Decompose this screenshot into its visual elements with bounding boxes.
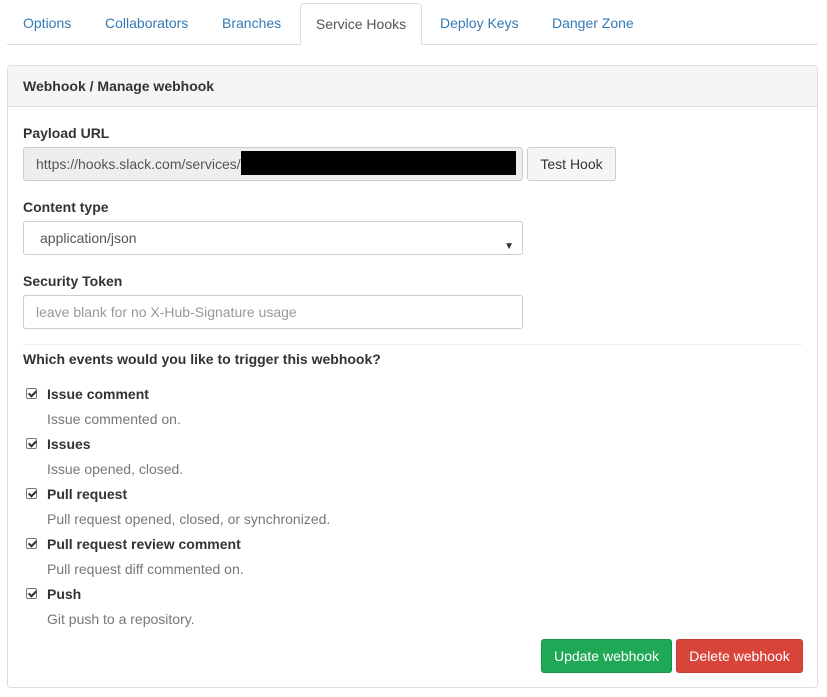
tab-collaborators[interactable]: Collaborators [105,3,188,44]
redacted-block [241,151,516,175]
tab-service-hooks[interactable]: Service Hooks [300,3,422,45]
event-name: Pull request [47,486,128,502]
issue-comment-checkbox[interactable] [26,388,37,399]
event-name: Issues [47,436,91,452]
divider [23,344,802,345]
event-name: Issue comment [47,386,149,402]
content-type-value: application/json [40,230,137,246]
security-token-label: Security Token [23,273,123,289]
push-checkbox[interactable] [26,588,37,599]
event-description: Git push to a repository. [47,611,195,627]
webhook-panel: Webhook / Manage webhook Payload URL htt… [7,65,818,688]
event-name: Pull request review comment [47,536,241,552]
security-token-placeholder: leave blank for no X-Hub-Signature usage [36,304,297,320]
caret-down-icon: ▼ [504,241,514,252]
tab-options[interactable]: Options [23,3,71,44]
settings-tabs: Options Collaborators Branches Service H… [7,3,818,45]
delete-webhook-button[interactable]: Delete webhook [676,639,803,673]
pull-request-review-comment-checkbox[interactable] [26,538,37,549]
payload-url-value: https://hooks.slack.com/services/T [36,156,250,172]
content-type-select[interactable]: application/json ▼ [23,221,523,255]
pull-request-checkbox[interactable] [26,488,37,499]
test-hook-button[interactable]: Test Hook [527,147,616,181]
event-name: Push [47,586,82,602]
issues-checkbox[interactable] [26,438,37,449]
tab-deploy-keys[interactable]: Deploy Keys [440,3,519,44]
content-type-label: Content type [23,199,109,215]
update-webhook-button[interactable]: Update webhook [541,639,672,673]
event-description: Issue opened, closed. [47,461,184,477]
security-token-input[interactable]: leave blank for no X-Hub-Signature usage [23,295,523,329]
payload-url-label: Payload URL [23,125,110,141]
tab-branches[interactable]: Branches [222,3,281,44]
events-question: Which events would you like to trigger t… [23,351,381,367]
event-description: Pull request diff commented on. [47,561,244,577]
event-description: Issue commented on. [47,411,181,427]
panel-title: Webhook / Manage webhook [23,78,215,94]
tab-danger-zone[interactable]: Danger Zone [552,3,634,44]
panel-heading: Webhook / Manage webhook [8,66,817,107]
event-description: Pull request opened, closed, or synchron… [47,511,331,527]
